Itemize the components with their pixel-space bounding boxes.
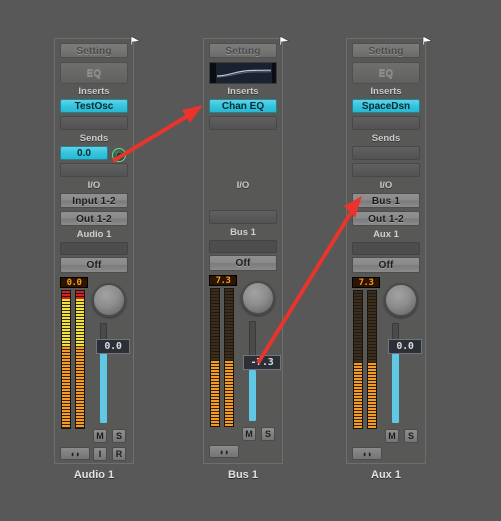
pan-knob[interactable] xyxy=(92,283,126,317)
insert-slot-2[interactable] xyxy=(60,116,128,130)
pan-knob[interactable] xyxy=(241,281,275,315)
fader-fill xyxy=(100,353,107,423)
eq-button[interactable]: EQ xyxy=(60,62,128,84)
sends-header: Sends xyxy=(371,133,401,144)
insert-slot-1[interactable]: SpaceDsn xyxy=(352,99,420,113)
stereo-pan-icon[interactable]: ◖◗ xyxy=(352,447,382,460)
io-header: I/O xyxy=(379,180,393,191)
channel-name-label: Aux 1 xyxy=(371,469,401,481)
input-placeholder xyxy=(209,193,277,207)
channel-strip-aux-1[interactable]: Setting EQ Inserts SpaceDsn Sends I/O Bu… xyxy=(346,36,433,481)
record-enable-button[interactable]: R xyxy=(112,447,126,461)
peak-display[interactable]: 7.3 xyxy=(352,277,380,288)
meter-column-right xyxy=(224,288,234,427)
send-slot-placeholder-2 xyxy=(209,163,277,177)
channel-strip-bus-1[interactable]: Setting Inserts Chan EQ I/O Bus 1 Off 7.… xyxy=(203,36,290,481)
io-header: I/O xyxy=(87,180,101,191)
setting-button[interactable]: Setting xyxy=(352,43,420,58)
setting-button[interactable]: Setting xyxy=(209,43,277,58)
send-slot-2[interactable] xyxy=(352,163,420,177)
sends-header: Sends xyxy=(79,133,109,144)
group-label: Bus 1 xyxy=(230,227,256,238)
send-slot-placeholder-1 xyxy=(209,146,277,160)
fader-fill xyxy=(392,353,399,423)
send-row-1: 0.0 xyxy=(60,146,128,162)
level-meter xyxy=(209,288,237,427)
output-button[interactable]: Out 1-2 xyxy=(352,211,420,226)
send-slot-1[interactable] xyxy=(352,146,420,160)
meter-column-left xyxy=(210,288,220,427)
inserts-header: Inserts xyxy=(227,86,259,97)
insert-slot-2[interactable] xyxy=(352,116,420,130)
inserts-header: Inserts xyxy=(370,86,402,97)
group-label: Audio 1 xyxy=(76,229,112,240)
input-button[interactable]: Input 1-2 xyxy=(60,193,128,208)
eq-curve-thumbnail[interactable] xyxy=(209,62,277,84)
io-header: I/O xyxy=(236,180,250,191)
level-meter xyxy=(352,290,380,429)
sends-header xyxy=(209,133,277,145)
channel-name-label: Bus 1 xyxy=(228,469,258,481)
fader-value-display[interactable]: 0.0 xyxy=(96,339,130,354)
automation-button[interactable]: Off xyxy=(209,255,277,271)
pan-knob[interactable] xyxy=(384,283,418,317)
peak-display[interactable]: 0.0 xyxy=(60,277,88,288)
setting-button[interactable]: Setting xyxy=(60,43,128,58)
channel-name-label: Audio 1 xyxy=(73,469,115,481)
fader-fill xyxy=(249,370,256,421)
stereo-pan-icon[interactable]: ◖◗ xyxy=(209,445,239,458)
mute-button[interactable]: M xyxy=(385,429,399,443)
fader-zone: 7.3 -7.3 M S ◖◗ xyxy=(209,275,281,458)
solo-button[interactable]: S xyxy=(404,429,418,443)
inserts-header: Inserts xyxy=(78,86,110,97)
fader-zone: 0.0 0.0 M S I R ◖◗ xyxy=(60,277,130,461)
peak-display[interactable]: 7.3 xyxy=(209,275,237,286)
stereo-pan-icon[interactable]: ◖◗ xyxy=(60,447,90,460)
mute-button[interactable]: M xyxy=(93,429,107,443)
fader-value-display[interactable]: -7.3 xyxy=(243,355,281,370)
eq-button[interactable]: EQ xyxy=(352,62,420,84)
mute-button[interactable]: M xyxy=(242,427,256,441)
group-slot[interactable] xyxy=(352,242,420,255)
level-meter xyxy=(60,290,88,429)
output-button[interactable]: Out 1-2 xyxy=(60,211,128,226)
meter-column-left xyxy=(353,290,363,429)
automation-button[interactable]: Off xyxy=(352,257,420,273)
send-slot-2[interactable] xyxy=(60,163,128,177)
input-button[interactable]: Bus 1 xyxy=(352,193,420,208)
insert-slot-1[interactable]: Chan EQ xyxy=(209,99,277,113)
meter-column-right xyxy=(367,290,377,429)
fader-zone: 7.3 0.0 M S ◖◗ xyxy=(352,277,422,460)
mixer-board: Setting EQ Inserts TestOsc Sends 0.0 I/O… xyxy=(0,0,501,521)
group-slot[interactable] xyxy=(209,240,277,253)
send-level-knob[interactable] xyxy=(112,147,126,162)
input-monitor-button[interactable]: I xyxy=(93,447,107,461)
group-slot[interactable] xyxy=(60,242,128,255)
send-slot-1[interactable]: 0.0 xyxy=(60,146,108,161)
fader-value-display[interactable]: 0.0 xyxy=(388,339,422,354)
strip-flag-icon[interactable] xyxy=(422,36,433,46)
solo-button[interactable]: S xyxy=(112,429,126,443)
meter-column-left xyxy=(61,290,71,429)
output-button[interactable] xyxy=(209,210,277,224)
insert-slot-1[interactable]: TestOsc xyxy=(60,99,128,113)
strip-flag-icon[interactable] xyxy=(130,36,141,46)
channel-strip-audio-1[interactable]: Setting EQ Inserts TestOsc Sends 0.0 I/O… xyxy=(54,36,141,481)
strip-flag-icon[interactable] xyxy=(279,36,290,46)
solo-button[interactable]: S xyxy=(261,427,275,441)
insert-slot-2[interactable] xyxy=(209,116,277,130)
group-label: Aux 1 xyxy=(373,229,399,240)
automation-button[interactable]: Off xyxy=(60,257,128,273)
meter-column-right xyxy=(75,290,85,429)
